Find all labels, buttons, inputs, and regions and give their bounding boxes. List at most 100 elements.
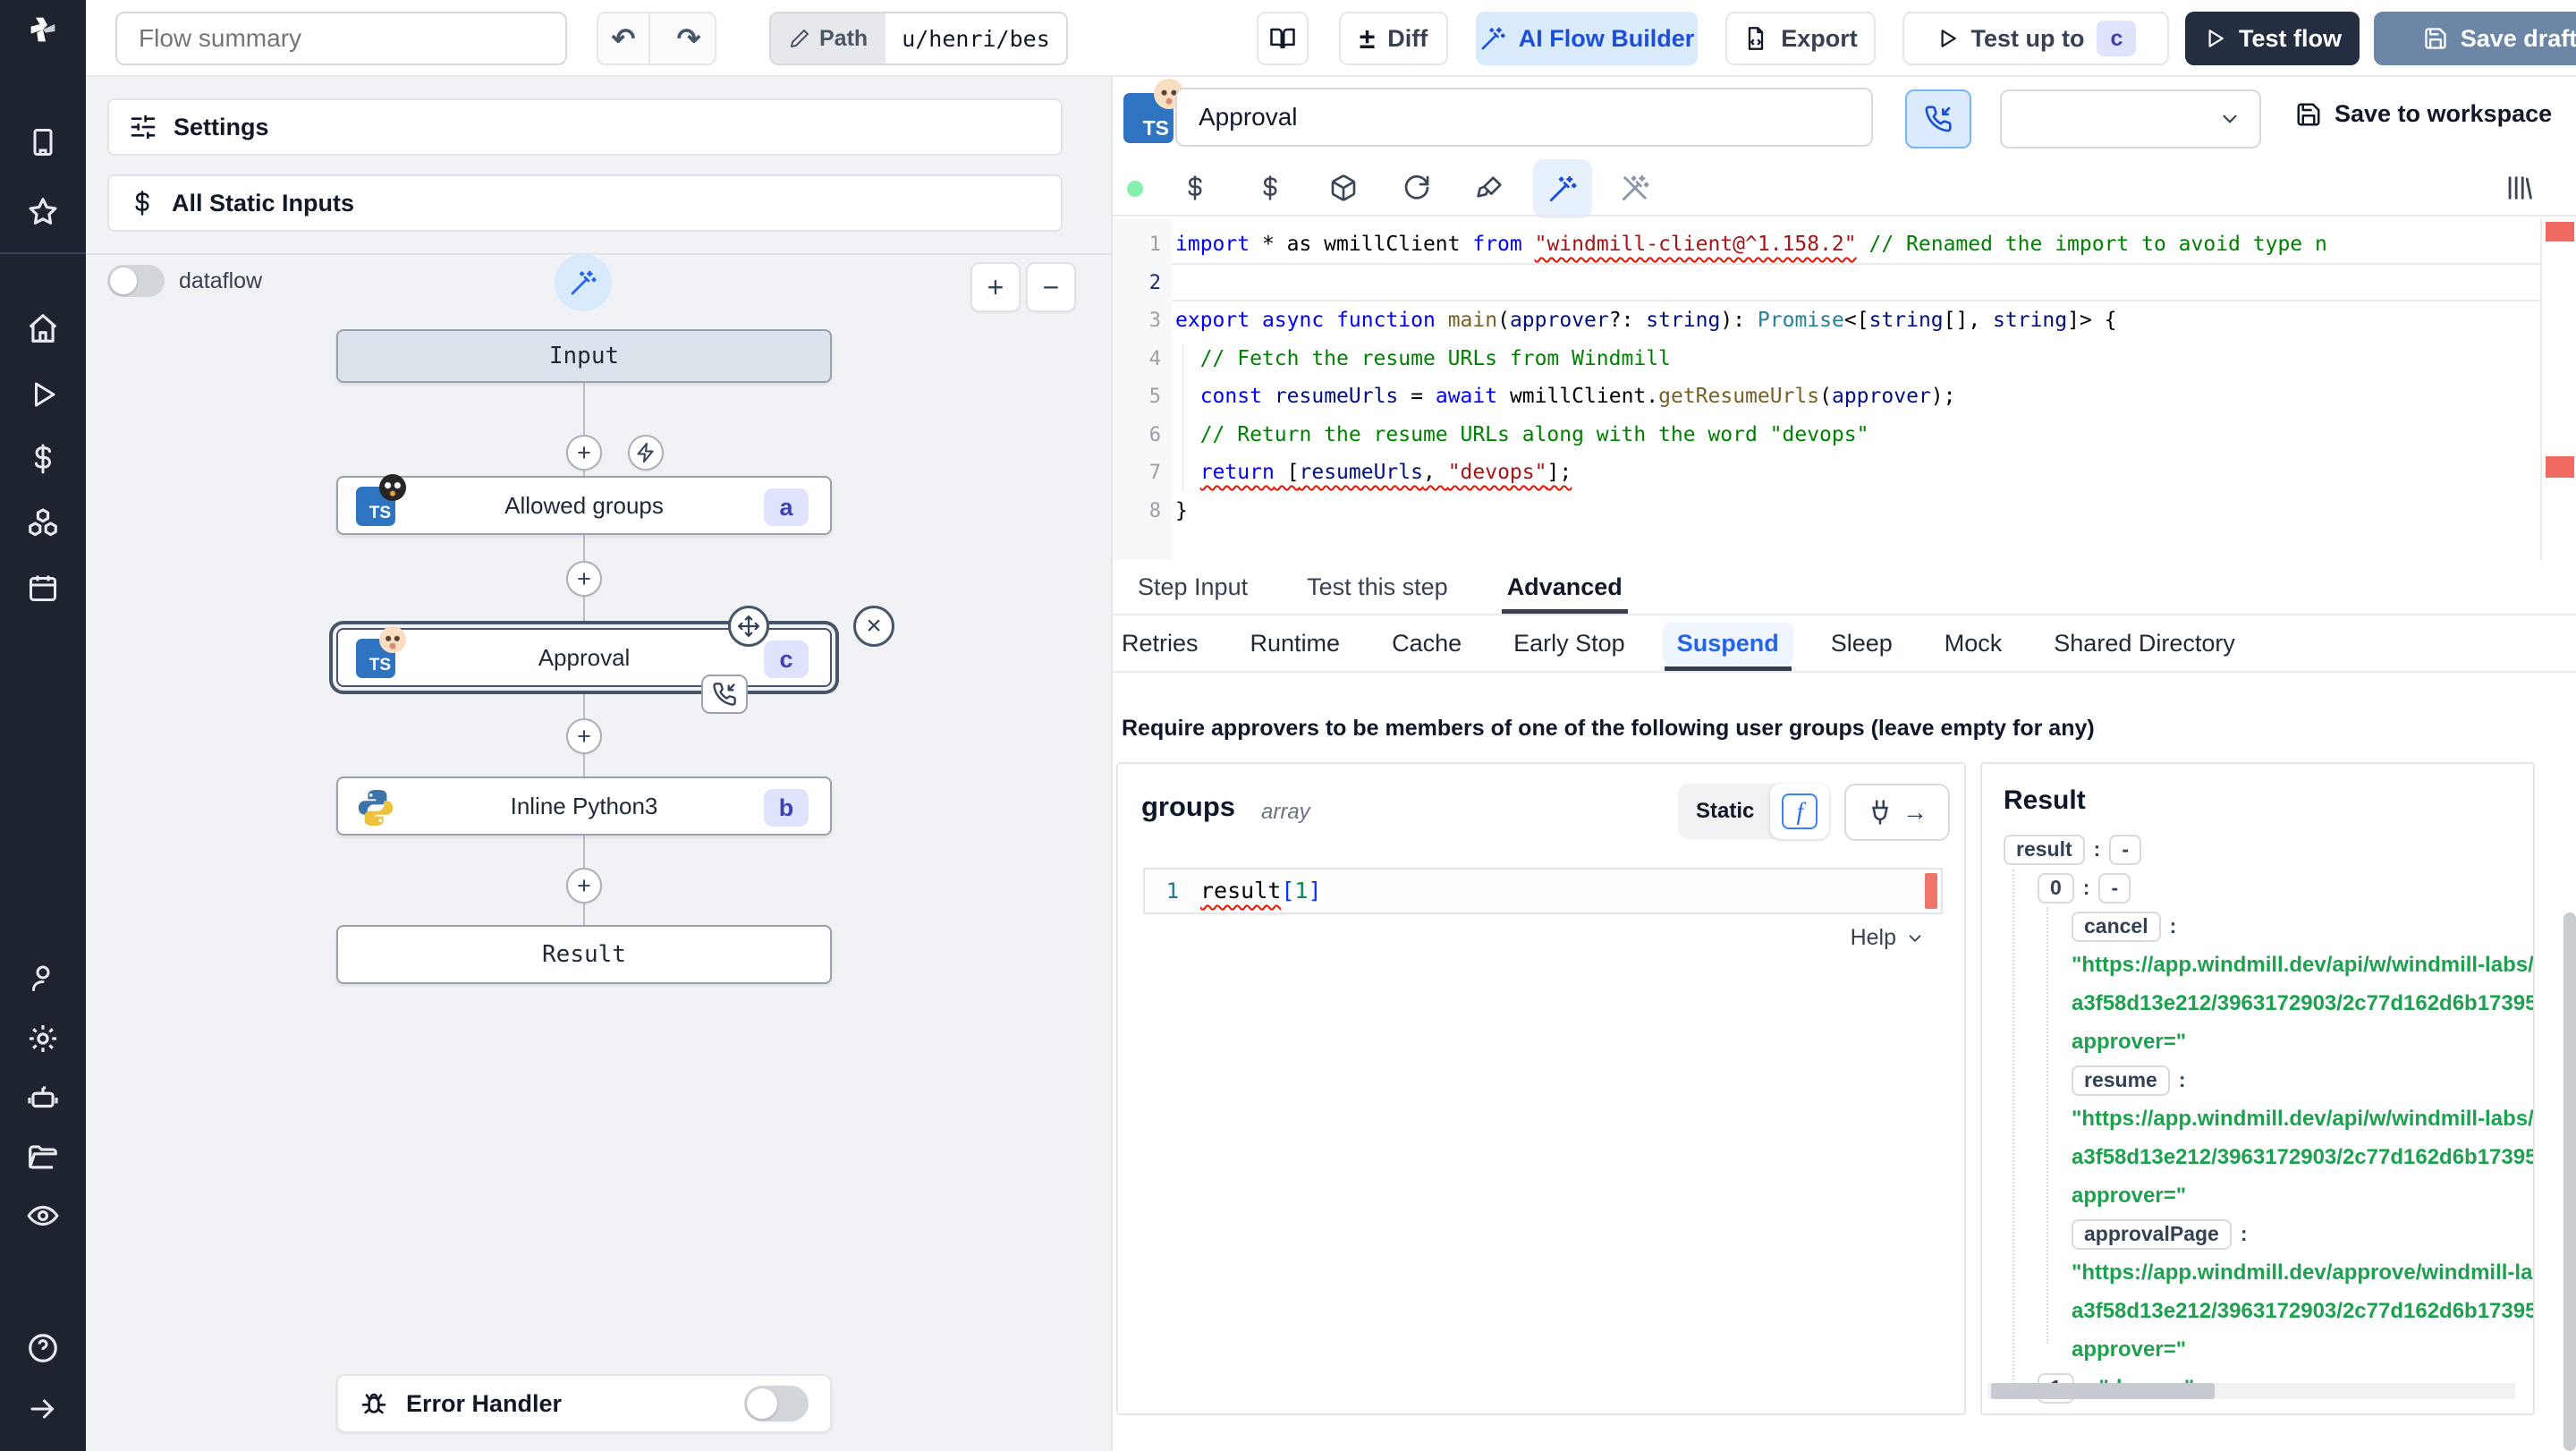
error-marker [2546, 456, 2574, 478]
static-inputs-dollar-icon[interactable] [1170, 163, 1220, 213]
groups-label: groups [1141, 791, 1236, 822]
redo-button[interactable]: ↷ [663, 13, 715, 64]
suspend-phone-incoming-badge[interactable] [701, 675, 748, 714]
step-id-badge: b [764, 789, 809, 827]
result-key-result[interactable]: result: - [1982, 830, 2533, 869]
variables-dollar-icon[interactable] [24, 440, 62, 478]
subtab-mock[interactable]: Mock [1945, 615, 2003, 671]
add-step-button[interactable]: + [566, 868, 602, 904]
kind-select-dropdown[interactable] [2000, 89, 2261, 148]
save-draft-button[interactable]: Save draft C [2374, 12, 2576, 65]
add-step-button[interactable]: + [566, 561, 602, 597]
result-key-resume[interactable]: resume: [1982, 1061, 2533, 1099]
zoom-in-button[interactable]: + [970, 262, 1021, 312]
runs-play-icon[interactable] [24, 376, 62, 413]
code-line-8: 8} [1148, 498, 1188, 522]
workspace-icon[interactable] [24, 123, 62, 161]
library-icon[interactable] [2494, 163, 2544, 213]
settings-gear-icon[interactable] [24, 1020, 62, 1057]
reload-icon[interactable] [1392, 163, 1442, 213]
diff-button[interactable]: ± Diff [1339, 12, 1448, 65]
dataflow-toggle[interactable] [107, 265, 165, 297]
result-key-cancel[interactable]: cancel: [1982, 907, 2533, 946]
result-value-line: "https://app.windmill.dev/api/w/windmill… [2072, 1106, 2533, 1131]
subtab-shared-directory[interactable]: Shared Directory [2054, 615, 2235, 671]
connect-input-plug-button[interactable]: → [1844, 784, 1950, 841]
ai-flow-builder-button[interactable]: AI Flow Builder [1476, 12, 1698, 65]
zoom-out-button[interactable]: − [1026, 262, 1076, 312]
graph-node-inline-python[interactable]: Inline Python3 b [336, 776, 832, 836]
static-function-toggle[interactable]: Static f [1678, 784, 1830, 839]
workers-robot-icon[interactable] [24, 1079, 62, 1116]
settings-card[interactable]: Settings [107, 98, 1063, 156]
tab-step-input[interactable]: Step Input [1138, 560, 1248, 614]
package-icon[interactable] [1318, 163, 1368, 213]
collapse-button[interactable]: - [2109, 834, 2141, 865]
result-key-approvalpage[interactable]: approvalPage: [1982, 1215, 2533, 1253]
folders-icon[interactable] [24, 1138, 62, 1175]
result-key-0[interactable]: 0:- [1982, 869, 2533, 907]
subtab-cache[interactable]: Cache [1392, 615, 1462, 671]
ai-wand-off-icon[interactable] [1610, 163, 1660, 213]
export-button[interactable]: Export [1725, 12, 1876, 65]
windmill-logo[interactable] [24, 11, 62, 48]
ai-flow-builder-label: AI Flow Builder [1518, 24, 1695, 52]
flow-summary-input[interactable] [115, 12, 567, 65]
subtab-sleep[interactable]: Sleep [1831, 615, 1893, 671]
code-editor[interactable]: 1 import * as wmillClient from "windmill-… [1113, 218, 2576, 560]
save-to-workspace-button[interactable]: Save to workspace [2295, 100, 2552, 128]
error-handler-card[interactable]: Error Handler [336, 1374, 832, 1433]
audit-eye-icon[interactable] [24, 1197, 62, 1235]
users-icon[interactable] [24, 959, 62, 997]
step-name-input[interactable] [1175, 88, 1873, 147]
status-dot [1127, 181, 1143, 197]
error-handler-toggle[interactable] [744, 1386, 809, 1421]
tab-test-this-step[interactable]: Test this step [1307, 560, 1448, 614]
flow-panel: Settings All Static Inputs dataflow + − … [86, 77, 1111, 1451]
suspend-phone-button[interactable] [1905, 89, 1971, 148]
delete-node-button[interactable]: × [853, 606, 894, 647]
graph-node-allowed-groups[interactable]: TS Allowed groups a [336, 474, 832, 535]
groups-expression-input[interactable]: 1 result[1] [1143, 868, 1943, 914]
editor-icon-toolbar [1113, 159, 2576, 218]
editor-minimap[interactable] [2540, 218, 2576, 560]
tab-advanced[interactable]: Advanced [1501, 560, 1628, 614]
help-icon[interactable] [24, 1329, 62, 1367]
result-value-line: "https://app.windmill.dev/api/w/windmill… [2072, 952, 2533, 977]
path-value[interactable]: u/henri/bes [886, 13, 1066, 64]
ai-assist-wand-button[interactable] [555, 254, 612, 311]
help-toggle[interactable]: Help [1851, 925, 1925, 951]
all-static-inputs-card[interactable]: All Static Inputs [107, 174, 1063, 232]
resources-boxes-icon[interactable] [24, 505, 62, 542]
subtab-suspend[interactable]: Suspend [1662, 615, 1793, 671]
save-icon [2423, 26, 2448, 51]
graph-node-result[interactable]: Result [336, 925, 832, 984]
horizontal-scrollbar[interactable] [1987, 1383, 2515, 1399]
subtab-early-stop[interactable]: Early Stop [1513, 615, 1625, 671]
schedules-calendar-icon[interactable] [24, 569, 62, 607]
docs-button[interactable] [1257, 12, 1309, 65]
format-brush-icon[interactable] [1465, 163, 1515, 213]
home-icon[interactable] [24, 310, 62, 347]
graph-node-input[interactable]: Input [336, 329, 832, 383]
test-flow-button[interactable]: Test flow [2185, 12, 2360, 65]
test-up-to-button[interactable]: Test up to c [1902, 12, 2169, 65]
groups-type-label: array [1261, 800, 1310, 824]
chevron-down-icon [1909, 934, 1921, 942]
panel-scrollbar[interactable] [2563, 912, 2576, 1451]
path-control[interactable]: Path u/henri/bes [769, 12, 1068, 65]
favorites-star-icon[interactable] [24, 193, 62, 231]
subtab-retries[interactable]: Retries [1122, 615, 1199, 671]
add-step-button[interactable]: + [566, 435, 602, 471]
play-icon [1936, 27, 1959, 50]
ai-assist-wand-button[interactable] [1533, 159, 1592, 218]
function-toggle-segment[interactable]: f [1770, 784, 1830, 839]
undo-button[interactable]: ↶ [598, 13, 651, 64]
collapse-button[interactable]: - [2098, 872, 2131, 904]
expand-sidebar-arrow-icon[interactable] [24, 1390, 62, 1428]
subtab-runtime[interactable]: Runtime [1250, 615, 1341, 671]
add-step-button[interactable]: + [566, 718, 602, 754]
add-trigger-bolt-button[interactable] [628, 435, 664, 471]
move-node-handle[interactable] [728, 606, 769, 647]
variables-dollar-icon[interactable] [1245, 163, 1295, 213]
